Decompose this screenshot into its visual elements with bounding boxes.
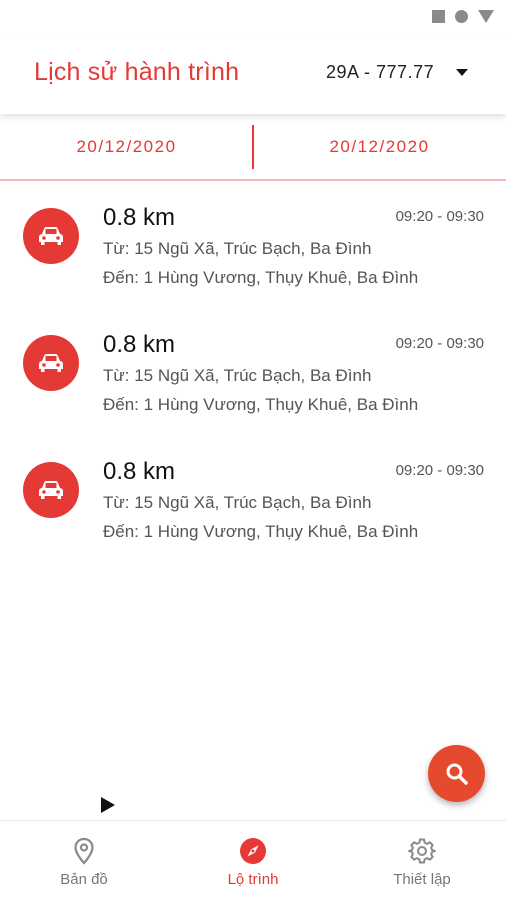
trip-distance: 0.8 km (103, 204, 176, 231)
nav-item-route[interactable]: Lộ trình (169, 821, 337, 900)
play-icon[interactable] (101, 797, 115, 813)
triangle-icon (478, 10, 494, 23)
nav-item-map[interactable]: Bản đồ (0, 821, 168, 900)
nav-item-settings[interactable]: Thiết lập (338, 821, 506, 900)
chevron-down-icon (456, 69, 469, 76)
nav-label-map: Bản đồ (60, 871, 108, 888)
trip-list: 0.8 km 09:20 - 09:30 Từ: 15 Ngũ Xã, Trúc… (0, 196, 506, 577)
trip-from-address: Từ: 15 Ngũ Xã, Trúc Bạch, Ba Đình (103, 493, 372, 512)
gear-icon (407, 836, 437, 866)
status-icons (432, 10, 494, 23)
date-from-picker[interactable]: 20/12/2020 (0, 114, 253, 179)
vehicle-label: 29A - 777.77 (326, 62, 435, 82)
car-icon (23, 462, 79, 518)
trip-distance: 0.8 km (103, 458, 176, 485)
date-range-bar: 20/12/2020 20/12/2020 (0, 114, 506, 181)
nav-label-settings: Thiết lập (393, 871, 451, 888)
car-icon (23, 335, 79, 391)
bottom-navigation: Bản đồ Lộ trình Thiết lập (0, 820, 506, 900)
trip-to-address: Đến: 1 Hùng Vương, Thụy Khuê, Ba Đình (103, 395, 419, 414)
nav-label-route: Lộ trình (227, 871, 279, 888)
car-icon (23, 208, 79, 264)
trip-from-address: Từ: 15 Ngũ Xã, Trúc Bạch, Ba Đình (103, 239, 372, 258)
trip-time: 09:20 - 09:30 (395, 335, 484, 352)
vehicle-select[interactable]: 29A - 777.77 (326, 62, 469, 83)
trip-item[interactable]: 0.8 km 09:20 - 09:30 Từ: 15 Ngũ Xã, Trúc… (0, 196, 506, 323)
trip-distance: 0.8 km (103, 331, 176, 358)
trip-item[interactable]: 0.8 km 09:20 - 09:30 Từ: 15 Ngũ Xã, Trúc… (0, 323, 506, 450)
circle-icon (455, 10, 468, 23)
search-button[interactable] (428, 745, 485, 802)
trip-to-address: Đến: 1 Hùng Vương, Thụy Khuê, Ba Đình (103, 268, 419, 287)
page-title: Lịch sử hành trình (34, 58, 240, 86)
trip-time: 09:20 - 09:30 (395, 208, 484, 225)
status-bar (0, 0, 506, 36)
trip-item[interactable]: 0.8 km 09:20 - 09:30 Từ: 15 Ngũ Xã, Trúc… (0, 450, 506, 577)
trip-time: 09:20 - 09:30 (395, 462, 484, 479)
map-pin-icon (69, 836, 99, 866)
trip-to-address: Đến: 1 Hùng Vương, Thụy Khuê, Ba Đình (103, 522, 419, 541)
date-to-picker[interactable]: 20/12/2020 (253, 114, 506, 179)
compass-icon (238, 836, 268, 866)
app-header: Lịch sử hành trình 29A - 777.77 (0, 36, 506, 114)
trip-from-address: Từ: 15 Ngũ Xã, Trúc Bạch, Ba Đình (103, 366, 372, 385)
square-icon (432, 10, 445, 23)
search-icon (446, 763, 468, 785)
